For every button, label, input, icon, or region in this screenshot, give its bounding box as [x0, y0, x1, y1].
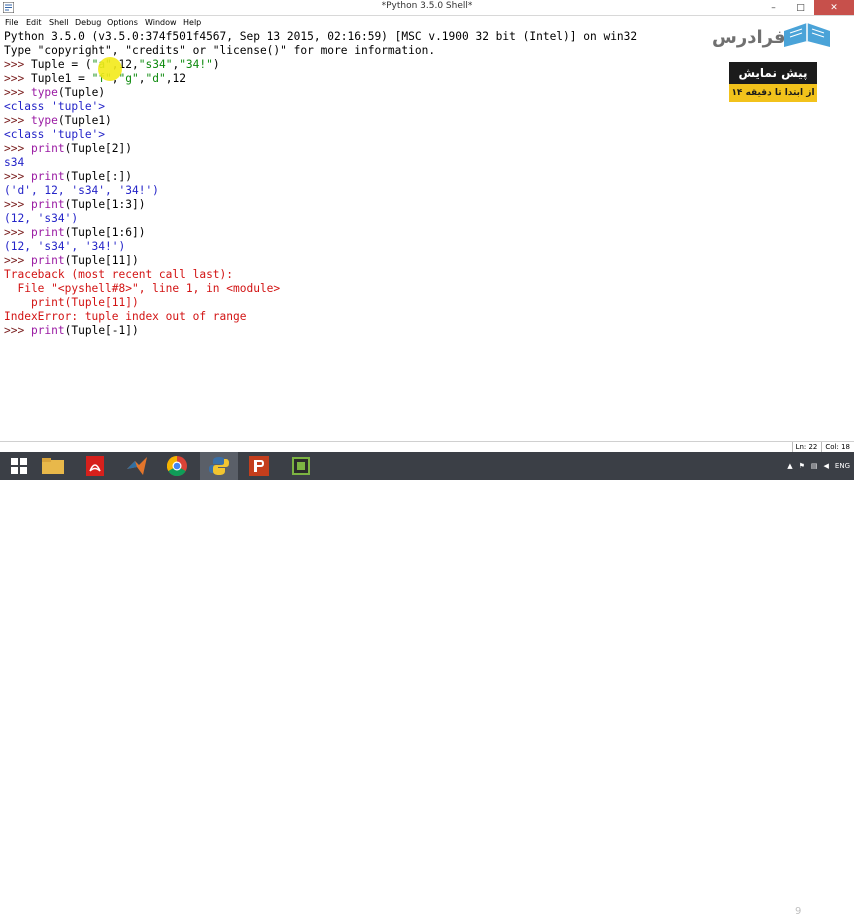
output-line-3: <class 'tuple'>: [4, 100, 106, 113]
logo-text: فرادرس: [712, 27, 786, 48]
taskbar-chrome[interactable]: [158, 452, 196, 480]
prompt: >>>: [4, 324, 31, 337]
shell-console[interactable]: Python 3.5.0 (v3.5.0:374f501f4567, Sep 1…: [0, 29, 854, 441]
output-line-6: ('d', 12, 's34', '34!'): [4, 184, 159, 197]
prompt: >>>: [4, 58, 31, 71]
taskbar-matlab[interactable]: [118, 452, 156, 480]
volume-icon[interactable]: ◀: [824, 462, 829, 470]
menu-debug[interactable]: Debug: [75, 16, 101, 29]
prompt: >>>: [4, 170, 31, 183]
input-line-8: >>> print(Tuple[1:6]): [4, 226, 146, 239]
input-line-2: >>> Tuple1 = "f","g","d",12: [4, 72, 186, 85]
output-line-7: (12, 's34'): [4, 212, 79, 225]
taskbar-file-explorer[interactable]: [34, 452, 72, 480]
tray-arrow-icon[interactable]: ▲: [787, 462, 792, 470]
page-number: 9: [795, 906, 802, 917]
window-title: *Python 3.5.0 Shell*: [381, 1, 473, 11]
title-bar: *Python 3.5.0 Shell* – □ ✕: [0, 0, 854, 16]
input-line-10: >>> print(Tuple[-1]): [4, 324, 139, 337]
banner-version: Python 3.5.0 (v3.5.0:374f501f4567, Sep 1…: [4, 30, 638, 43]
error-message: IndexError: tuple index out of range: [4, 310, 247, 323]
prompt: >>>: [4, 198, 31, 211]
input-line-4: >>> type(Tuple1): [4, 114, 112, 127]
prompt: >>>: [4, 72, 31, 85]
cursor-highlight: [98, 57, 122, 81]
menu-window[interactable]: Window: [145, 16, 177, 29]
traceback-code: print(Tuple[11]): [4, 296, 139, 309]
prompt: >>>: [4, 114, 31, 127]
input-line-6: >>> print(Tuple[:]): [4, 170, 132, 183]
input-line-3: >>> type(Tuple): [4, 86, 106, 99]
camtasia-icon: [292, 457, 310, 475]
window-controls: – □ ✕: [760, 0, 854, 15]
output-line-4: <class 'tuple'>: [4, 128, 106, 141]
windows-start-button[interactable]: [0, 452, 38, 480]
close-button[interactable]: ✕: [814, 0, 854, 15]
input-line-7: >>> print(Tuple[1:3]): [4, 198, 146, 211]
powerpoint-icon: [249, 456, 269, 476]
prompt: >>>: [4, 254, 31, 267]
menu-shell[interactable]: Shell: [49, 16, 69, 29]
prompt: >>>: [4, 86, 31, 99]
menu-file[interactable]: File: [5, 16, 18, 29]
folder-icon: [42, 458, 64, 474]
language-indicator[interactable]: ENG: [835, 462, 850, 470]
output-line-8: (12, 's34', '34!'): [4, 240, 126, 253]
taskbar: 9 ▲ ⚑ ▤ ◀ ENG: [0, 452, 854, 917]
menu-edit[interactable]: Edit: [26, 16, 42, 29]
traceback-file: File "<pyshell#8>", line 1, in <module>: [4, 282, 281, 295]
input-line-9: >>> print(Tuple[11]): [4, 254, 139, 267]
menu-options[interactable]: Options: [107, 16, 138, 29]
chrome-icon: [167, 456, 187, 476]
acrobat-icon: [86, 456, 104, 476]
menu-help[interactable]: Help: [183, 16, 201, 29]
taskbar-acrobat[interactable]: [76, 452, 114, 480]
taskbar-powerpoint[interactable]: [240, 452, 278, 480]
maximize-button[interactable]: □: [787, 0, 814, 15]
taskbar-camtasia[interactable]: [282, 452, 320, 480]
preview-badge-title: پیش نمایش: [729, 62, 817, 84]
network-icon[interactable]: ▤: [811, 462, 818, 470]
minimize-button[interactable]: –: [760, 0, 787, 15]
matlab-icon: [127, 457, 147, 475]
banner-info: Type "copyright", "credits" or "license(…: [4, 44, 436, 57]
input-line-5: >>> print(Tuple[2]): [4, 142, 132, 155]
prompt: >>>: [4, 142, 31, 155]
preview-badge-subtitle: از ابتدا تا دقیقه ۱۴: [729, 84, 817, 102]
python-icon: [209, 457, 229, 475]
taskbar-python-idle[interactable]: [200, 452, 238, 480]
flag-icon[interactable]: ⚑: [799, 462, 805, 470]
output-line-5: s34: [4, 156, 25, 169]
windows-logo-icon: [11, 458, 27, 474]
faradars-logo: فرادرس: [712, 21, 832, 55]
traceback-header: Traceback (most recent call last):: [4, 268, 234, 281]
book-icon: [784, 23, 830, 47]
prompt: >>>: [4, 226, 31, 239]
system-tray: ▲ ⚑ ▤ ◀ ENG: [787, 452, 850, 480]
